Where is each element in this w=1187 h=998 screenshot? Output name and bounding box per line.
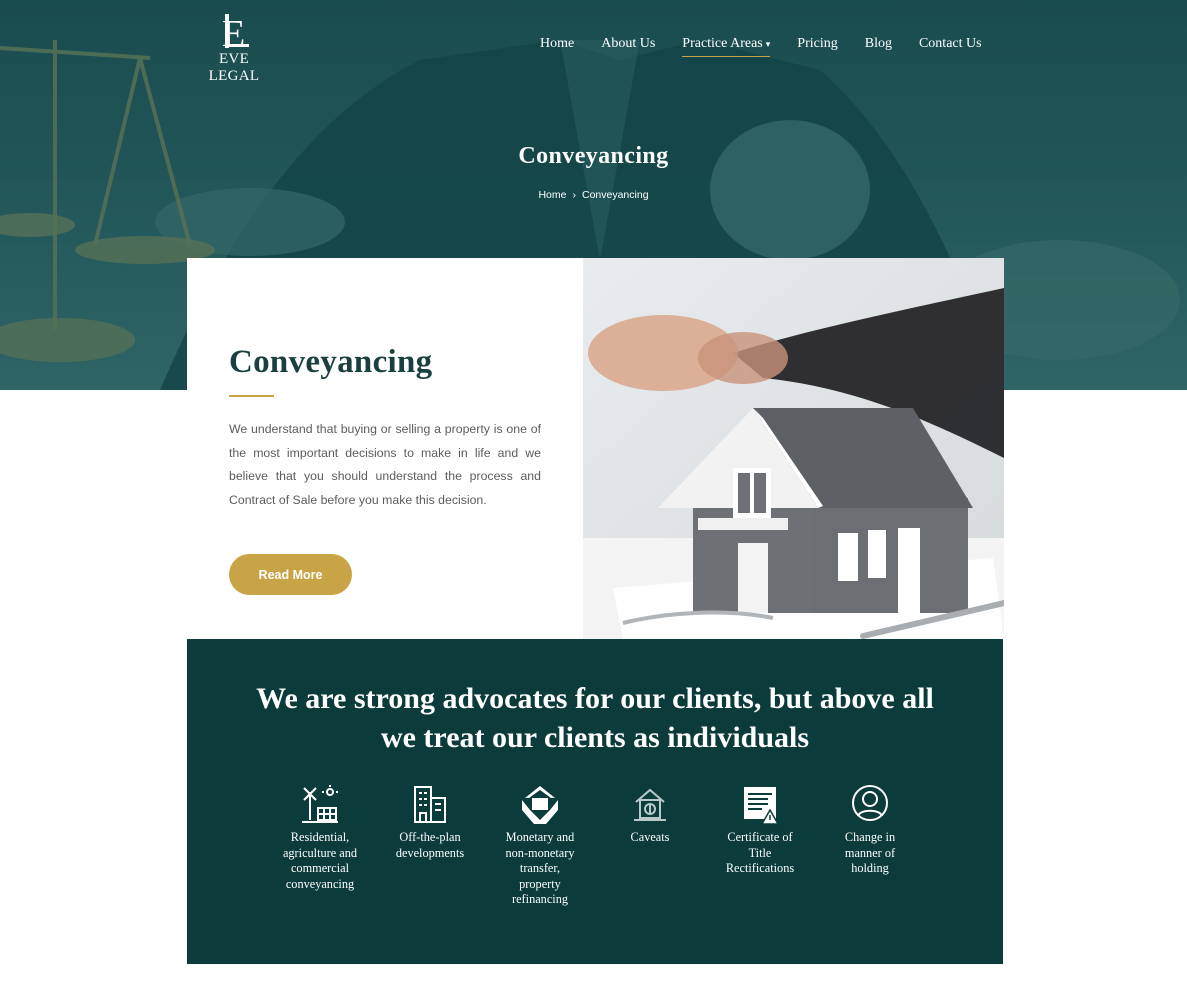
- breadcrumb: Home › Conveyancing: [0, 189, 1187, 201]
- service-label-line: commercial: [290, 861, 350, 875]
- nav-practice-areas-label: Practice Areas: [682, 36, 763, 51]
- house-model-photo: [583, 258, 1004, 639]
- intro-paragraph: We understand that buying or selling a p…: [229, 422, 541, 508]
- service-certificate-of-title: Certificate of Title Rectifications: [708, 784, 812, 877]
- service-label-line: Caveats: [630, 830, 670, 844]
- main-navigation: Home About Us Practice Areas ▾ Pricing Bl…: [540, 33, 982, 57]
- nav-about-us[interactable]: About Us: [601, 36, 655, 52]
- house-money-icon: [634, 788, 666, 821]
- service-residential: Residential, agriculture and commercial …: [268, 784, 372, 892]
- service-label-line: Monetary and: [505, 830, 575, 844]
- read-more-button[interactable]: Read More: [229, 554, 352, 595]
- house-in-hands-icon: [522, 786, 558, 824]
- service-label-line: holding: [851, 861, 889, 875]
- nav-contact-us[interactable]: Contact Us: [919, 36, 982, 52]
- service-label-line: Rectifications: [725, 861, 795, 875]
- page-title: Conveyancing: [518, 143, 669, 169]
- advocates-heading-line-2: we treat our clients as individuals: [380, 721, 810, 754]
- service-label-line: Certificate of: [727, 830, 793, 844]
- service-label-line: Residential,: [290, 830, 350, 844]
- advocates-heading: We are strong advocates for our clients,…: [187, 679, 1003, 757]
- breadcrumb-home[interactable]: Home: [538, 189, 566, 201]
- service-label-line: Change in: [844, 830, 896, 844]
- nav-practice-areas[interactable]: Practice Areas ▾: [682, 36, 771, 57]
- service-label-line: non-monetary: [505, 845, 575, 860]
- breadcrumb-current: Conveyancing: [581, 189, 649, 201]
- nav-pricing[interactable]: Pricing: [797, 36, 837, 52]
- house-model-image: [583, 258, 1004, 639]
- service-label-line: developments: [395, 845, 465, 860]
- service-label-line: transfer,: [519, 861, 561, 875]
- title-underline: [229, 395, 274, 397]
- service-label-line: Off-the-plan: [399, 830, 461, 844]
- service-label-line: property: [519, 876, 561, 891]
- certificate-warning-icon: [744, 787, 780, 825]
- service-label-line: Title: [748, 845, 772, 860]
- intro-title: Conveyancing: [229, 344, 433, 380]
- intro-text-panel: Conveyancing We understand that buying o…: [187, 258, 583, 639]
- buildings-icon: [414, 786, 446, 823]
- logo[interactable]: E EVE LEGAL: [193, 12, 275, 85]
- service-off-the-plan: Off-the-plan developments: [378, 784, 482, 861]
- farm-windmill-icon: [302, 785, 338, 823]
- service-label-line: refinancing: [512, 892, 568, 906]
- person-icon: [852, 785, 888, 821]
- service-change-of-holding: Change in manner of holding: [818, 784, 922, 877]
- logo-text: EVE LEGAL: [208, 51, 260, 84]
- service-caveats: Caveats: [598, 784, 702, 846]
- nav-blog[interactable]: Blog: [865, 36, 892, 52]
- advocates-section: We are strong advocates for our clients,…: [187, 639, 1003, 964]
- service-label-line: conveyancing: [285, 876, 355, 891]
- breadcrumb-separator-icon: ›: [572, 189, 576, 201]
- service-label-line: agriculture and: [282, 845, 358, 860]
- intro-card: Conveyancing We understand that buying o…: [187, 258, 1004, 639]
- chevron-down-icon: ▾: [765, 39, 771, 49]
- service-label-line: manner of: [844, 845, 896, 860]
- logo-monogram-icon: E: [222, 13, 249, 50]
- service-monetary-transfer: Monetary and non-monetary transfer, prop…: [488, 784, 592, 908]
- nav-home[interactable]: Home: [540, 36, 574, 52]
- advocates-heading-line-1: We are strong advocates for our clients,…: [256, 682, 934, 715]
